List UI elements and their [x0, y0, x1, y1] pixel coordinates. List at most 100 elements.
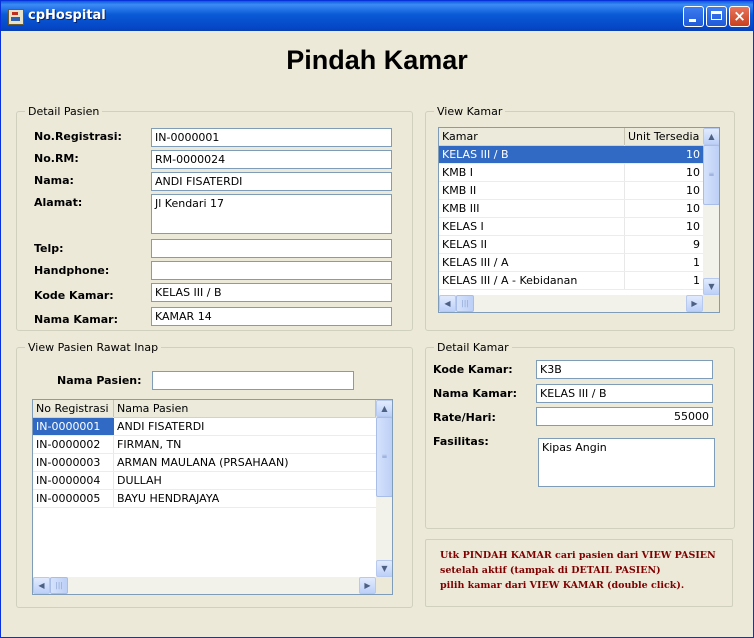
- pasien-row[interactable]: IN-0000004 DULLAH: [33, 472, 376, 490]
- kode-kamar-field[interactable]: KELAS III / B: [151, 283, 392, 302]
- pasien-row[interactable]: IN-0000005 BAYU HENDRAJAYA: [33, 490, 376, 508]
- close-icon: ×: [733, 7, 746, 25]
- no-rm-label: No.RM:: [34, 152, 79, 165]
- kamar-row[interactable]: KELAS I 10: [439, 218, 703, 236]
- kamar-vertical-scrollbar[interactable]: ▲ ≡ ▼: [703, 128, 719, 295]
- view-pasien-legend: View Pasien Rawat Inap: [28, 341, 159, 354]
- nama-kamar-field[interactable]: KAMAR 14: [151, 307, 392, 326]
- close-button[interactable]: ×: [729, 6, 750, 27]
- kamar-name: KMB I: [442, 166, 473, 179]
- minimize-icon: [689, 19, 696, 22]
- instruction-line-3: pilih kamar dari VIEW KAMAR (double clic…: [440, 580, 685, 591]
- scroll-thumb[interactable]: |||: [50, 577, 68, 594]
- window-title: cpHospital: [28, 8, 106, 23]
- handphone-field[interactable]: [151, 261, 392, 280]
- pasien-nama: BAYU HENDRAJAYA: [117, 492, 220, 505]
- kamar-row[interactable]: KMB III 10: [439, 200, 703, 218]
- pasien-nama: FIRMAN, TN: [117, 438, 182, 451]
- kamar-unit: 10: [686, 148, 700, 161]
- kamar-list[interactable]: Kamar Unit Tersedia KELAS III / B 10 KMB…: [438, 127, 720, 313]
- scroll-thumb[interactable]: ≡: [376, 417, 392, 497]
- nama-pasien-search-input[interactable]: [152, 371, 354, 390]
- instruction-note: Utk PINDAH KAMAR cari pasien dari VIEW P…: [425, 539, 733, 607]
- kamar-row[interactable]: KELAS II 9: [439, 236, 703, 254]
- maximize-button[interactable]: [706, 6, 727, 27]
- maximize-icon: [711, 11, 722, 20]
- rate-hari-label: Rate/Hari:: [433, 411, 496, 424]
- kamar-row[interactable]: KMB II 10: [439, 182, 703, 200]
- app-window: cpHospital × Pindah Kamar Detail Pasien …: [0, 0, 754, 638]
- kamar-horizontal-scrollbar[interactable]: ◀ ||| ▶: [439, 295, 703, 312]
- scroll-right-icon[interactable]: ▶: [359, 577, 376, 594]
- detail-nama-kamar-label: Nama Kamar:: [433, 387, 517, 400]
- title-bar[interactable]: cpHospital ×: [1, 1, 753, 31]
- pasien-nama: ARMAN MAULANA (PRSAHAAN): [117, 456, 289, 469]
- kamar-row[interactable]: KELAS III / A - Kebidanan 1: [439, 272, 703, 290]
- kamar-row[interactable]: KMB I 10: [439, 164, 703, 182]
- alamat-label: Alamat:: [34, 196, 83, 209]
- detail-kode-kamar-label: Kode Kamar:: [433, 363, 513, 376]
- scroll-left-icon[interactable]: ◀: [439, 295, 456, 312]
- kamar-unit: 9: [693, 238, 700, 251]
- pasien-no: IN-0000004: [36, 474, 101, 487]
- scroll-up-icon[interactable]: ▲: [703, 128, 719, 145]
- scroll-thumb[interactable]: ≡: [703, 145, 719, 205]
- kamar-unit: 10: [686, 220, 700, 233]
- column-kamar[interactable]: Kamar: [439, 128, 625, 145]
- rate-hari-field[interactable]: 55000: [536, 407, 713, 426]
- kamar-list-header: Kamar Unit Tersedia: [439, 128, 705, 146]
- pasien-no: IN-0000001: [36, 420, 101, 433]
- kamar-name: KMB II: [442, 184, 477, 197]
- nama-kamar-label: Nama Kamar:: [34, 313, 118, 326]
- scroll-corner: [703, 295, 719, 312]
- kamar-unit: 10: [686, 202, 700, 215]
- kamar-row[interactable]: KELAS III / A 1: [439, 254, 703, 272]
- column-unit-tersedia[interactable]: Unit Tersedia: [625, 128, 705, 145]
- pasien-nama: DULLAH: [117, 474, 162, 487]
- scroll-thumb[interactable]: |||: [456, 295, 474, 312]
- pasien-horizontal-scrollbar[interactable]: ◀ ||| ▶: [33, 577, 376, 594]
- kamar-row[interactable]: KELAS III / B 10: [439, 146, 703, 164]
- no-registrasi-field[interactable]: IN-0000001: [151, 128, 392, 147]
- scroll-down-icon[interactable]: ▼: [376, 560, 392, 577]
- nama-pasien-search-label: Nama Pasien:: [57, 374, 142, 387]
- no-rm-field[interactable]: RM-0000024: [151, 150, 392, 169]
- pasien-no: IN-0000005: [36, 492, 101, 505]
- kamar-unit: 1: [693, 274, 700, 287]
- view-kamar-legend: View Kamar: [437, 105, 503, 118]
- telp-label: Telp:: [34, 242, 64, 255]
- detail-nama-kamar-field[interactable]: KELAS III / B: [536, 384, 713, 403]
- column-nama-pasien[interactable]: Nama Pasien: [114, 400, 376, 417]
- minimize-button[interactable]: [683, 6, 704, 27]
- detail-kode-kamar-field[interactable]: K3B: [536, 360, 713, 379]
- kamar-name: KELAS III / A - Kebidanan: [442, 274, 578, 287]
- telp-field[interactable]: [151, 239, 392, 258]
- fasilitas-field[interactable]: Kipas Angin: [538, 438, 715, 487]
- instruction-line-1: Utk PINDAH KAMAR cari pasien dari VIEW P…: [440, 550, 716, 561]
- pasien-row[interactable]: IN-0000001 ANDI FISATERDI: [33, 418, 376, 436]
- pasien-list-header: No Registrasi Nama Pasien: [33, 400, 376, 418]
- pasien-no: IN-0000002: [36, 438, 101, 451]
- pasien-row[interactable]: IN-0000002 FIRMAN, TN: [33, 436, 376, 454]
- kamar-name: KMB III: [442, 202, 480, 215]
- scroll-up-icon[interactable]: ▲: [376, 400, 392, 417]
- kamar-name: KELAS III / A: [442, 256, 509, 269]
- pasien-vertical-scrollbar[interactable]: ▲ ≡ ▼: [376, 400, 392, 577]
- scroll-left-icon[interactable]: ◀: [33, 577, 50, 594]
- scroll-corner: [376, 577, 392, 594]
- pasien-row[interactable]: IN-0000003 ARMAN MAULANA (PRSAHAAN): [33, 454, 376, 472]
- kamar-unit: 10: [686, 184, 700, 197]
- kode-kamar-label: Kode Kamar:: [34, 289, 114, 302]
- nama-field[interactable]: ANDI FISATERDI: [151, 172, 392, 191]
- detail-kamar-legend: Detail Kamar: [437, 341, 509, 354]
- no-registrasi-label: No.Registrasi:: [34, 130, 122, 143]
- alamat-field[interactable]: Jl Kendari 17: [151, 194, 392, 234]
- app-icon[interactable]: [8, 9, 24, 25]
- pasien-list[interactable]: No Registrasi Nama Pasien IN-0000001 AND…: [32, 399, 393, 595]
- scroll-right-icon[interactable]: ▶: [686, 295, 703, 312]
- kamar-unit: 1: [693, 256, 700, 269]
- column-no-registrasi[interactable]: No Registrasi: [33, 400, 114, 417]
- kamar-name: KELAS III / B: [442, 148, 509, 161]
- scroll-down-icon[interactable]: ▼: [703, 278, 719, 295]
- detail-pasien-legend: Detail Pasien: [28, 105, 100, 118]
